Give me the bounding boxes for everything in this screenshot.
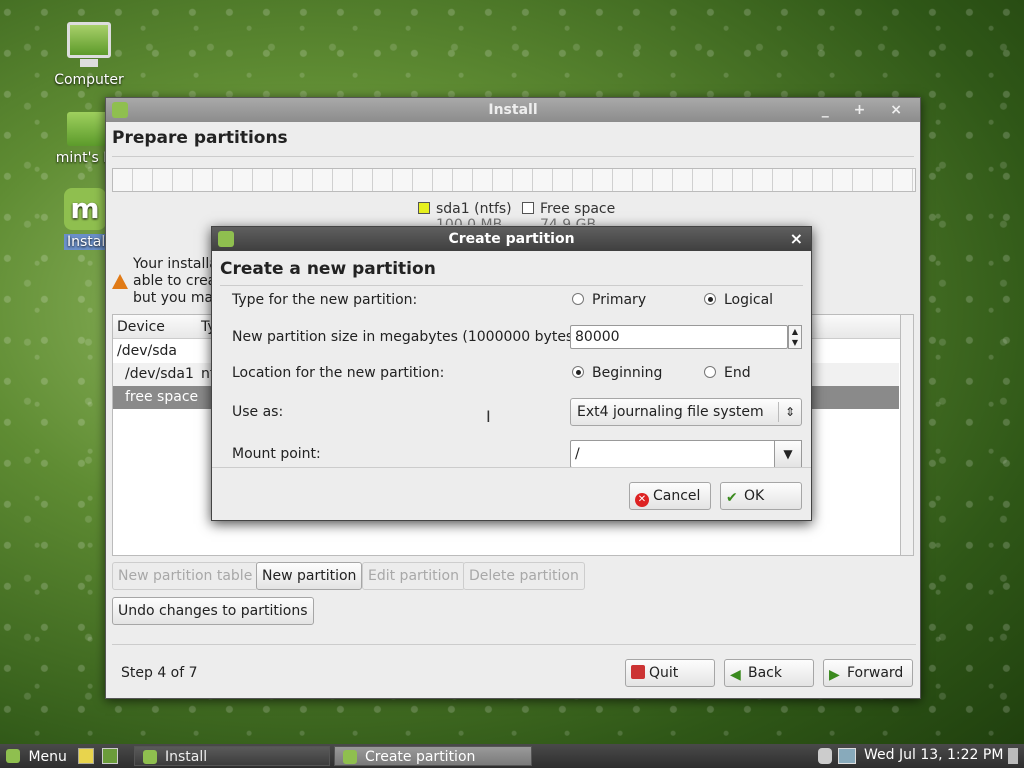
- legend-swatch: [418, 202, 430, 214]
- mint-logo-icon: m: [64, 188, 106, 230]
- updown-arrows-icon: ⇕: [784, 405, 795, 419]
- window-title: Install: [488, 102, 538, 118]
- app-icon: [343, 750, 357, 764]
- mint-logo-icon: [6, 749, 20, 763]
- checkmark-icon: ✔: [726, 490, 738, 506]
- type-logical-radio[interactable]: Logical: [704, 292, 773, 308]
- location-end-radio[interactable]: End: [704, 365, 751, 381]
- use-as-select[interactable]: Ext4 journaling file system ⇕: [570, 398, 802, 426]
- delete-partition-button[interactable]: Delete partition: [463, 562, 585, 590]
- volume-icon[interactable]: [818, 748, 832, 764]
- text-cursor-icon: I: [486, 407, 491, 426]
- legend-size: 74.9 GB: [540, 217, 597, 225]
- legend-label: Free space: [540, 201, 616, 217]
- location-label: Location for the new partition:: [232, 365, 445, 381]
- network-icon[interactable]: [838, 748, 856, 764]
- cancel-button[interactable]: ✕ Cancel: [629, 482, 711, 510]
- dialog-titlebar: Create partition ×: [212, 227, 811, 251]
- task-install[interactable]: Install: [134, 746, 330, 766]
- column-header-device[interactable]: Device: [117, 319, 165, 335]
- back-button[interactable]: ◀ Back: [724, 659, 814, 687]
- ok-button[interactable]: ✔ OK: [720, 482, 802, 510]
- cancel-icon: ✕: [635, 493, 649, 507]
- radio-icon: [704, 366, 716, 378]
- radio-checked-icon: [704, 293, 716, 305]
- quit-icon: [631, 665, 645, 679]
- location-beginning-radio[interactable]: Beginning: [572, 365, 662, 381]
- install-titlebar: Install _ + ×: [106, 98, 920, 122]
- divider: [220, 285, 803, 286]
- type-primary-radio[interactable]: Primary: [572, 292, 646, 308]
- legend-size: 100.0 MB: [436, 217, 503, 225]
- legend-swatch: [522, 202, 534, 214]
- divider: [212, 467, 811, 468]
- new-partition-table-button[interactable]: New partition table: [112, 562, 259, 590]
- app-icon: [143, 750, 157, 764]
- table-scrollbar[interactable]: [900, 314, 914, 556]
- text-editor-icon[interactable]: [78, 748, 94, 764]
- mount-point-label: Mount point:: [232, 446, 321, 462]
- clock[interactable]: Wed Jul 13, 1:22 PM: [864, 747, 1003, 763]
- taskbar: Menu Install Create partition Wed Jul 13…: [0, 744, 1024, 768]
- legend-item-free: Free space 74.9 GB: [522, 201, 616, 225]
- warning-text: Your installa able to crea but you may: [133, 256, 222, 306]
- chevron-down-icon[interactable]: ▼: [774, 440, 802, 468]
- step-indicator: Step 4 of 7: [121, 665, 198, 681]
- quit-button[interactable]: Quit: [625, 659, 715, 687]
- dialog-title: Create partition: [448, 231, 575, 247]
- desktop-icon-computer[interactable]: Computer: [41, 22, 137, 88]
- legend-label: sda1 (ntfs): [436, 201, 512, 217]
- forward-button[interactable]: ▶ Forward: [823, 659, 913, 687]
- size-input[interactable]: 80000: [570, 325, 788, 349]
- undo-changes-button[interactable]: Undo changes to partitions: [112, 597, 314, 625]
- show-desktop-icon[interactable]: [1008, 748, 1018, 764]
- app-icon: [112, 102, 128, 118]
- page-title: Prepare partitions: [112, 128, 288, 148]
- desktop-icon-label: Instal: [64, 234, 109, 250]
- disk-usage-bar: [112, 168, 916, 192]
- size-stepper[interactable]: ▲ ▼: [788, 325, 802, 349]
- app-icon: [218, 231, 234, 247]
- edit-partition-button[interactable]: Edit partition: [362, 562, 465, 590]
- divider: [112, 644, 916, 645]
- window-controls[interactable]: _ + ×: [822, 98, 912, 122]
- close-icon[interactable]: ×: [790, 227, 803, 251]
- arrow-left-icon: ◀: [730, 667, 741, 683]
- divider: [112, 156, 914, 157]
- arrow-right-icon: ▶: [829, 667, 840, 683]
- dialog-heading: Create a new partition: [220, 259, 436, 279]
- desktop-icon-label: Computer: [54, 72, 124, 88]
- radio-icon: [572, 293, 584, 305]
- new-partition-button[interactable]: New partition: [256, 562, 363, 590]
- menu-button[interactable]: Menu: [6, 747, 67, 765]
- create-partition-dialog: Create partition × Create a new partitio…: [211, 226, 812, 521]
- legend-item-sda1: sda1 (ntfs) 100.0 MB: [418, 201, 512, 225]
- type-label: Type for the new partition:: [232, 292, 418, 308]
- mount-point-input[interactable]: /: [570, 440, 776, 468]
- size-label: New partition size in megabytes (1000000…: [232, 329, 584, 345]
- computer-icon: [67, 22, 111, 67]
- terminal-icon[interactable]: [102, 748, 118, 764]
- radio-checked-icon: [572, 366, 584, 378]
- use-as-label: Use as:: [232, 404, 284, 420]
- task-create-partition[interactable]: Create partition: [334, 746, 532, 766]
